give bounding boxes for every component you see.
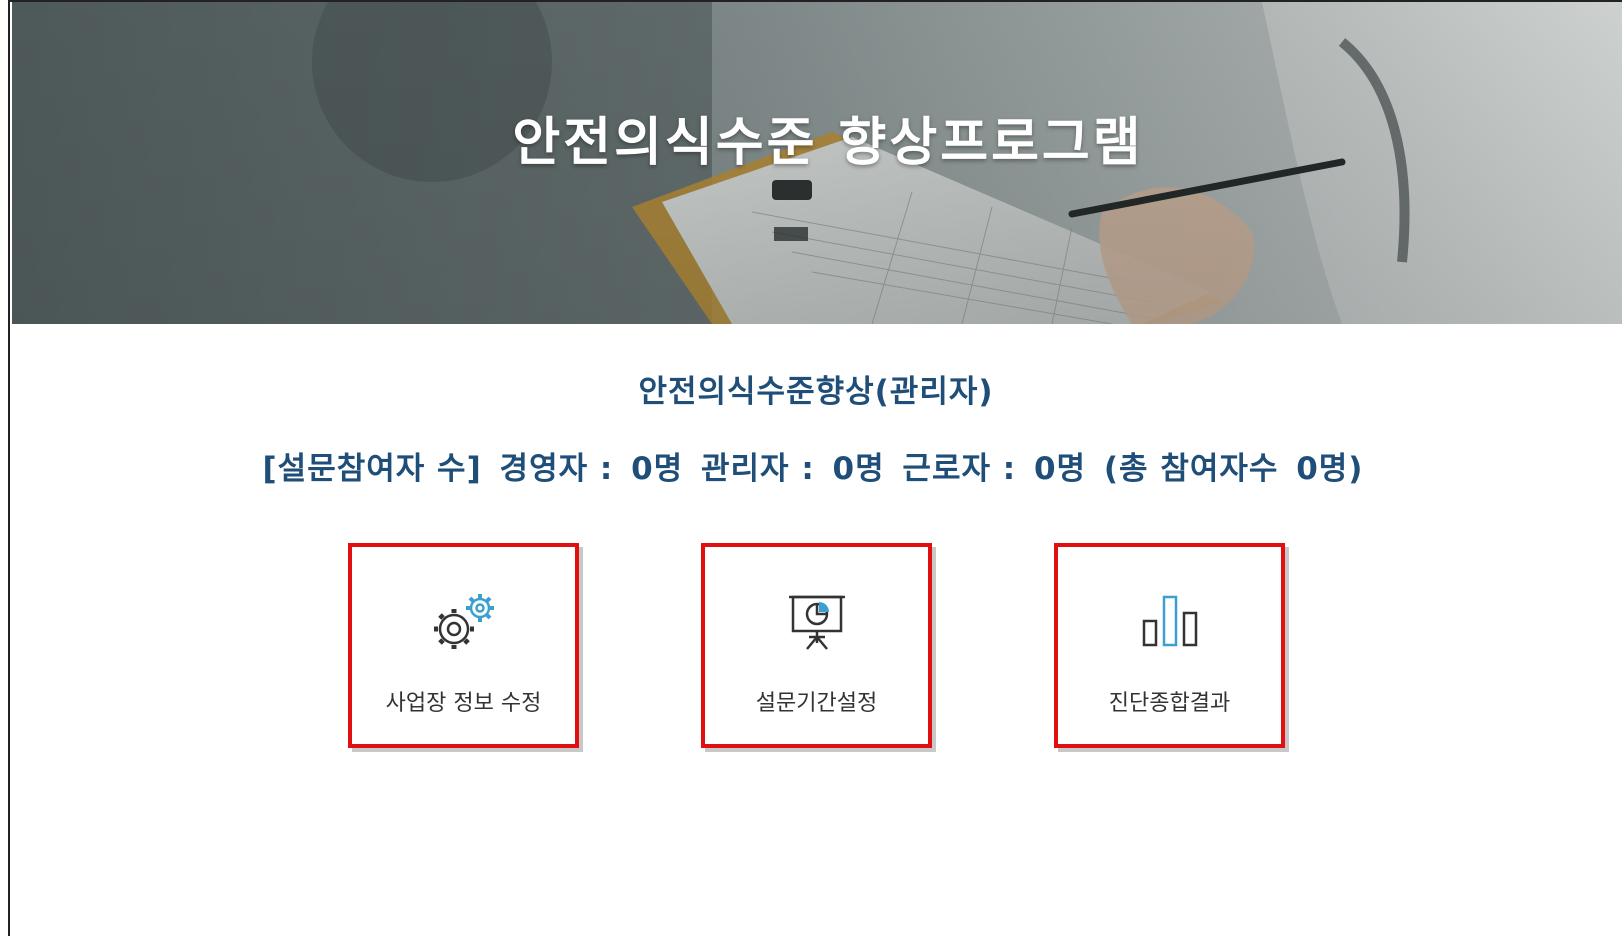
manager-count: 0명 (832, 451, 885, 487)
worker-count: 0명 (1033, 451, 1087, 487)
survey-participant-stats: [설문참여자 수] 경영자 : 0명 관리자 : 0명 근로자 : 0명 (총 … (0, 443, 1622, 488)
section-subtitle: 안전의식수준향상(관리자) (638, 374, 994, 410)
stats-prefix: [설문참여자 수] (262, 451, 482, 487)
executive-count: 0명 (631, 451, 684, 487)
manager-label: 관리자 : (700, 451, 815, 487)
total-count: 0명) (1296, 451, 1364, 487)
set-survey-period-button[interactable]: 설문기간설정 (701, 543, 932, 748)
diagnosis-results-button[interactable]: 진단종합결과 (1054, 543, 1285, 748)
gears-icon (426, 591, 502, 659)
worker-label: 근로자 : (902, 451, 1017, 487)
card-label: 사업장 정보 수정 (385, 691, 542, 716)
total-label: (총 참여자수 (1103, 451, 1279, 487)
presentation-pie-icon (785, 591, 849, 657)
card-label: 설문기간설정 (755, 691, 878, 716)
executive-label: 경영자 : (499, 451, 614, 487)
card-label: 진단종합결과 (1108, 691, 1231, 716)
edit-workplace-info-button[interactable]: 사업장 정보 수정 (348, 543, 579, 748)
bar-chart-icon (1138, 591, 1202, 657)
header-banner: 안전의식수준 향상프로그램 (12, 2, 1622, 324)
page-title: 안전의식수준 향상프로그램 (512, 113, 1144, 173)
